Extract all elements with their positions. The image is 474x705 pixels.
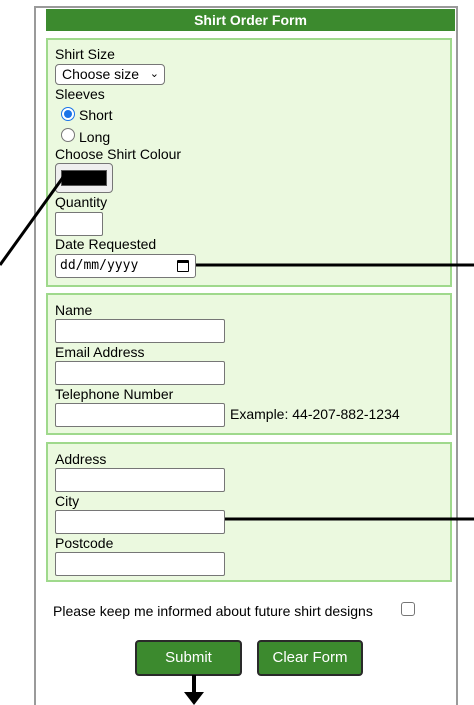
annotation-pointers — [0, 175, 474, 705]
colour-pointer-line — [0, 175, 66, 266]
down-arrow-icon — [184, 692, 204, 705]
